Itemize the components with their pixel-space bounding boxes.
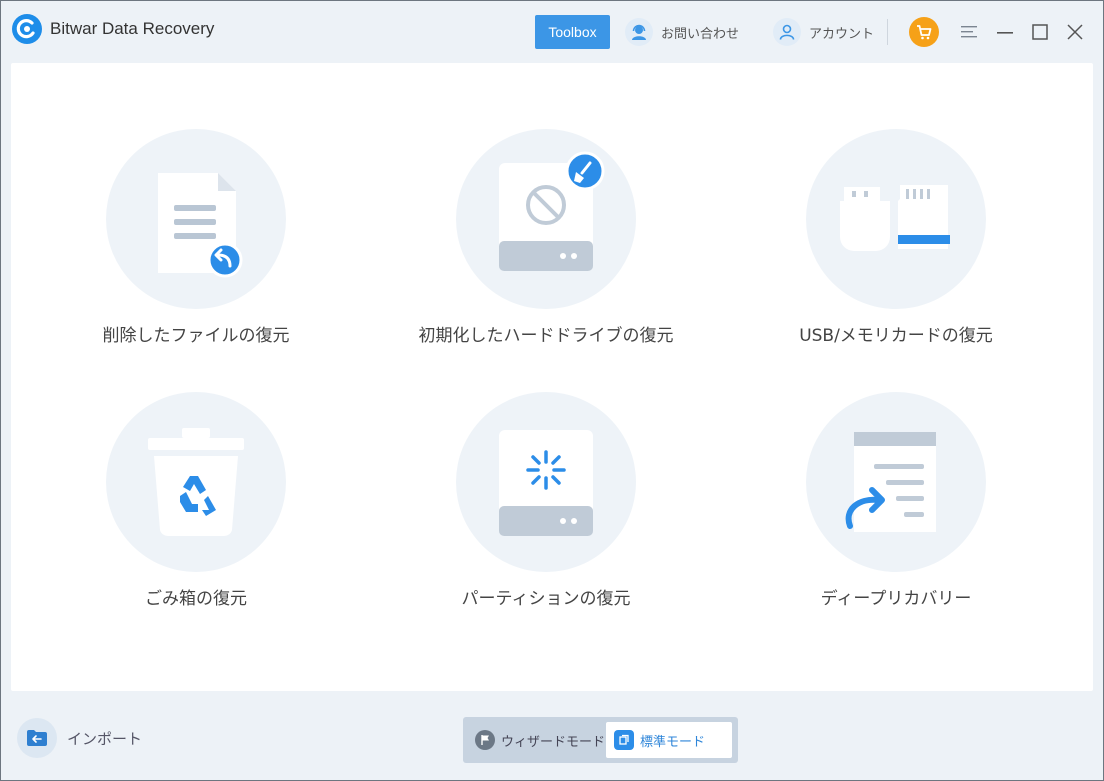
close-icon[interactable] xyxy=(1063,19,1087,45)
contact-label: お問い合わせ xyxy=(661,26,740,42)
app-logo-icon xyxy=(12,14,42,44)
account-label: アカウント xyxy=(809,26,875,42)
import-label: インポート xyxy=(67,729,143,748)
account-button[interactable]: アカウント xyxy=(773,17,874,47)
usb-memory-card-icon xyxy=(840,185,950,251)
menu-icon[interactable] xyxy=(957,19,981,45)
minimize-icon[interactable] xyxy=(993,19,1017,45)
import-folder-icon xyxy=(17,718,57,758)
app-window: Bitwar Data Recovery Toolbox お問い合わせ アカウン… xyxy=(0,0,1104,781)
user-icon xyxy=(773,18,801,46)
partition-icon xyxy=(499,430,593,536)
mode-switch: ウィザードモード 標準モード xyxy=(463,717,738,763)
recycle-bin-recovery-card[interactable]: ごみ箱の復元 xyxy=(56,392,336,632)
recovery-options-panel: 削除したファイルの復元 初期化したハードドライブの復元 USB/メモリカードの復… xyxy=(11,63,1093,691)
partition-recovery-card[interactable]: パーティションの復元 xyxy=(406,392,686,632)
standard-mode-button[interactable]: 標準モード xyxy=(606,722,732,758)
deep-recovery-icon xyxy=(845,432,936,532)
deep-recovery-card[interactable]: ディープリカバリー xyxy=(756,392,1036,632)
card-label: パーティションの復元 xyxy=(461,589,631,609)
app-title: Bitwar Data Recovery xyxy=(50,19,215,38)
toolbar-divider xyxy=(887,19,888,45)
support-agent-icon xyxy=(625,18,653,46)
wizard-mode-label: ウィザードモード xyxy=(501,734,606,750)
wizard-flag-icon xyxy=(475,730,495,750)
recycle-bin-icon xyxy=(148,428,244,537)
formatted-drive-icon xyxy=(499,151,605,271)
deleted-file-recovery-card[interactable]: 削除したファイルの復元 xyxy=(56,129,336,369)
formatted-drive-recovery-card[interactable]: 初期化したハードドライブの復元 xyxy=(406,129,686,369)
card-label: USB/メモリカードの復元 xyxy=(799,326,993,346)
import-button[interactable]: インポート xyxy=(17,718,142,758)
toolbox-button[interactable]: Toolbox xyxy=(535,15,610,49)
deleted-file-icon xyxy=(158,173,243,278)
standard-mode-label: 標準モード xyxy=(640,734,706,750)
title-bar: Bitwar Data Recovery Toolbox お問い合わせ アカウン… xyxy=(1,1,1103,61)
card-label: 削除したファイルの復元 xyxy=(102,326,290,346)
maximize-icon[interactable] xyxy=(1028,19,1052,45)
wizard-mode-button[interactable]: ウィザードモード xyxy=(471,722,605,758)
card-label: 初期化したハードドライブの復元 xyxy=(418,326,674,346)
standard-mode-icon xyxy=(614,730,634,750)
card-label: ディープリカバリー xyxy=(820,589,972,609)
contact-button[interactable]: お問い合わせ xyxy=(625,17,739,47)
cart-icon[interactable] xyxy=(909,17,939,47)
card-label: ごみ箱の復元 xyxy=(145,589,247,609)
usb-memory-card-recovery-card[interactable]: USB/メモリカードの復元 xyxy=(756,129,1036,369)
